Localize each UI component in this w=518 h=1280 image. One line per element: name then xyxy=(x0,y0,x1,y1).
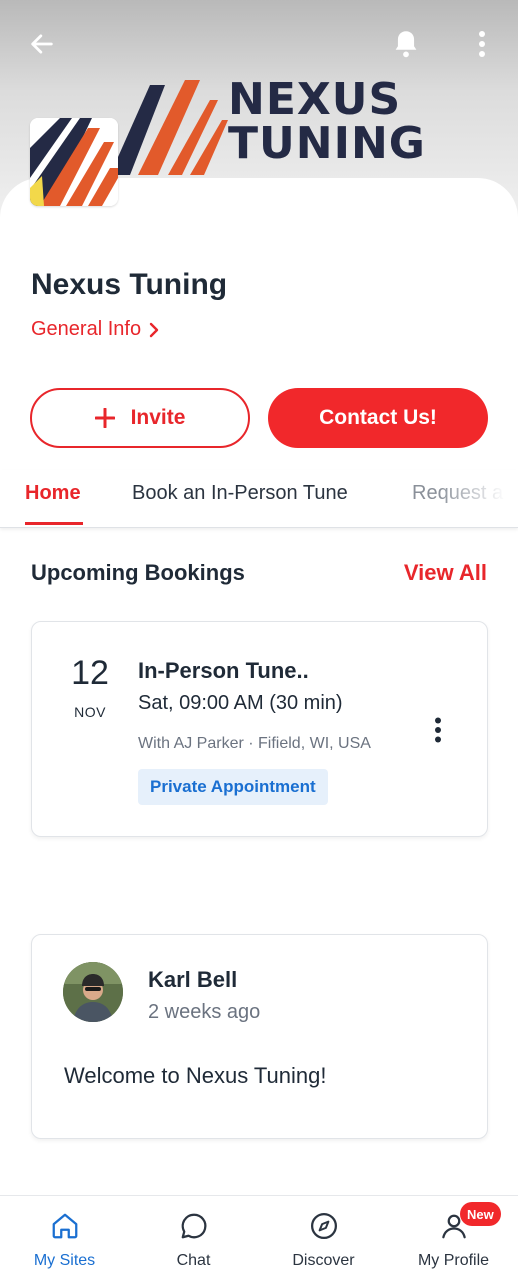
post-timestamp: 2 weeks ago xyxy=(148,1001,261,1023)
nav-my-profile-label: My Profile xyxy=(417,1252,490,1269)
more-options-button[interactable] xyxy=(462,24,502,64)
nav-chat[interactable]: Chat xyxy=(129,1196,258,1280)
tab-home[interactable]: Home xyxy=(25,482,81,505)
post-author[interactable]: Karl Bell xyxy=(148,967,237,993)
nav-my-sites-label: My Sites xyxy=(33,1252,96,1269)
site-title: Nexus Tuning xyxy=(31,268,228,301)
nav-discover[interactable]: Discover xyxy=(259,1196,388,1280)
site-tabs: Home Book an In-Person Tune Request a xyxy=(0,470,518,528)
bottom-navigation: My Sites Chat Discover My Profile xyxy=(0,1195,518,1280)
more-vertical-icon xyxy=(435,717,441,743)
post-card[interactable]: Karl Bell 2 weeks ago Welcome to Nexus T… xyxy=(31,934,488,1139)
back-button[interactable] xyxy=(22,24,62,64)
top-bar xyxy=(0,0,518,88)
contact-us-button[interactable]: Contact Us! xyxy=(268,388,488,448)
post-body: Welcome to Nexus Tuning! xyxy=(64,1063,327,1088)
view-all-link[interactable]: View All xyxy=(404,560,487,586)
nav-discover-label: Discover xyxy=(292,1252,355,1269)
nav-chat-label: Chat xyxy=(176,1252,211,1269)
site-logo xyxy=(30,118,118,206)
booking-day: 12 xyxy=(71,654,109,692)
plus-icon xyxy=(94,408,115,428)
general-info-link[interactable]: General Info xyxy=(31,318,159,341)
booking-title: In-Person Tune.. xyxy=(138,658,309,683)
brand-stripes-graphic xyxy=(110,80,228,175)
avatar[interactable] xyxy=(63,962,123,1022)
new-badge: New xyxy=(460,1202,501,1226)
cover-brand-text: NEXUS TUNING xyxy=(228,74,426,169)
nav-my-sites[interactable]: My Sites xyxy=(0,1196,129,1280)
active-tab-indicator xyxy=(25,522,83,525)
more-vertical-icon xyxy=(479,31,485,57)
booking-month: NOV xyxy=(74,704,106,720)
home-icon xyxy=(52,1213,77,1239)
tab-book-in-person-tune[interactable]: Book an In-Person Tune xyxy=(132,482,348,505)
booking-time: Sat, 09:00 AM (30 min) xyxy=(138,692,343,714)
chat-bubble-icon xyxy=(181,1213,206,1239)
booking-type-badge: Private Appointment xyxy=(138,769,328,805)
booking-details: With AJ Parker · Fifield, WI, USA xyxy=(138,735,371,752)
upcoming-bookings-title: Upcoming Bookings xyxy=(31,560,245,585)
invite-button[interactable]: Invite xyxy=(30,388,250,448)
tabs-overflow-fade xyxy=(438,470,518,526)
general-info-label: General Info xyxy=(31,318,142,340)
invite-button-label: Invite xyxy=(130,406,186,429)
arrow-left-icon xyxy=(31,34,53,54)
compass-icon xyxy=(310,1213,337,1239)
booking-card[interactable]: 12 NOV In-Person Tune.. Sat, 09:00 AM (3… xyxy=(31,621,488,837)
bell-icon xyxy=(395,31,417,58)
booking-more-button[interactable] xyxy=(424,714,452,746)
contact-us-label: Contact Us! xyxy=(319,406,437,429)
notifications-button[interactable] xyxy=(386,24,426,64)
chevron-right-icon xyxy=(149,322,159,337)
